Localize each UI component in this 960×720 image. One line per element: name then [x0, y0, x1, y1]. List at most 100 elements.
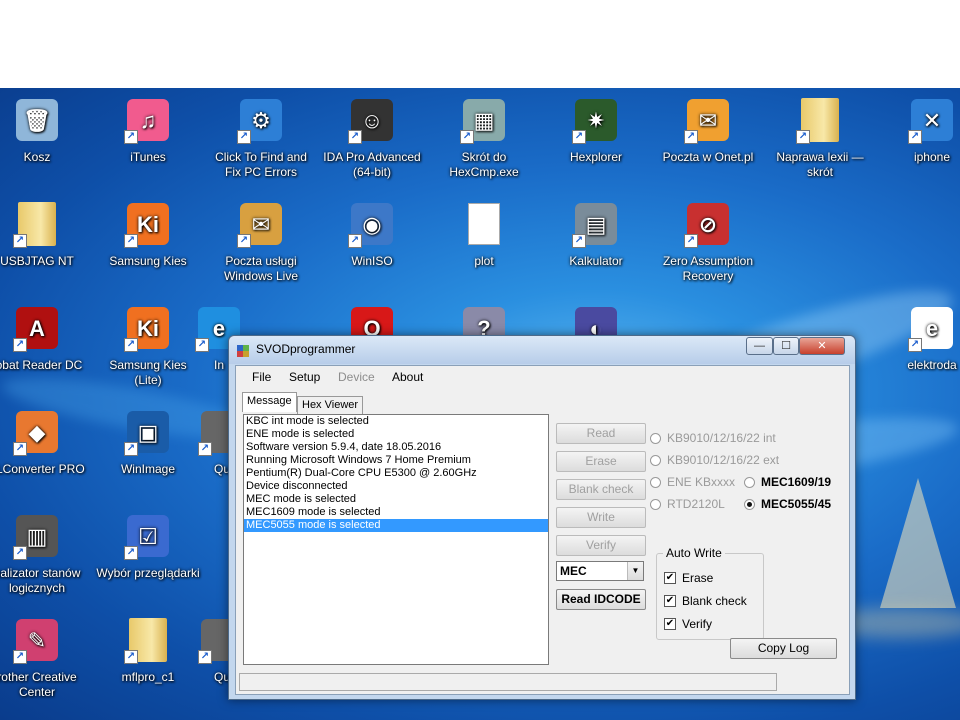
shortcut-arrow-icon: ↗ — [13, 650, 27, 664]
log-line[interactable]: MEC1609 mode is selected — [244, 506, 548, 519]
desktop-shortcut-label: Click To Find and Fix PC Errors — [215, 150, 307, 179]
shortcut-arrow-icon: ↗ — [124, 546, 138, 560]
log-line[interactable]: Software version 5.9.4, date 18.05.2016 — [244, 441, 548, 454]
desktop-shortcut[interactable]: ✎ ↗ rother Creative Center — [0, 616, 91, 700]
desktop-shortcut[interactable]: ✉ ↗ Poczta w Onet.pl — [654, 96, 762, 165]
ie-shortcut-icon: e ↗ — [908, 304, 956, 352]
close-button[interactable]: ✕ — [799, 337, 845, 355]
desktop-shortcut-label: IDA Pro Advanced (64-bit) — [323, 150, 421, 179]
read-button[interactable]: Read — [556, 423, 646, 444]
desktop-shortcut[interactable]: ▦ ↗ Skrót do HexCmp.exe — [430, 96, 538, 180]
chevron-down-icon[interactable]: ▼ — [627, 562, 643, 580]
onet-mail-icon: ✉ ↗ — [684, 96, 732, 144]
shortcut-arrow-icon: ↗ — [13, 442, 27, 456]
checkmark-icon: ✔ — [664, 595, 676, 607]
radio-rtd2120l[interactable]: RTD2120L — [650, 497, 725, 511]
auto-erase-checkbox[interactable]: ✔ Erase — [664, 571, 713, 585]
desktop-shortcut[interactable]: ⊘ ↗ Zero Assumption Recovery — [654, 200, 762, 284]
window-title: SVODprogrammer — [256, 342, 356, 356]
desktop-shortcut[interactable]: ◉ ↗ WinISO — [318, 200, 426, 269]
read-idcode-button[interactable]: Read IDCODE — [556, 589, 646, 610]
shortcut-arrow-icon: ↗ — [124, 338, 138, 352]
tree-wallpaper-decoration — [880, 478, 956, 608]
checkmark-icon: ✔ — [664, 618, 676, 630]
title-bar[interactable]: SVODprogrammer — ☐ ✕ — [229, 336, 855, 364]
desktop-shortcut-label: USBJTAG NT — [0, 254, 74, 268]
maximize-button[interactable]: ☐ — [773, 337, 799, 355]
desktop-shortcut[interactable]: ✉ ↗ Poczta usługi Windows Live — [207, 200, 315, 284]
desktop-shortcut-label: Poczta usługi Windows Live — [223, 254, 299, 283]
desktop-shortcut-label: plot — [474, 254, 494, 268]
desktop-shortcut[interactable]: ♫ ↗ iTunes — [94, 96, 202, 165]
desktop-shortcut[interactable]: Ki ↗ Samsung Kies — [94, 200, 202, 269]
tab-message[interactable]: Message — [242, 392, 297, 412]
log-line[interactable]: Device disconnected — [244, 480, 548, 493]
menu-about[interactable]: About — [392, 370, 423, 384]
desktop-shortcut[interactable]: ◆↗ LLConverter PRO — [0, 408, 91, 477]
copy-log-button[interactable]: Copy Log — [730, 638, 837, 659]
shortcut-arrow-icon: ↗ — [460, 130, 474, 144]
blank-check-button[interactable]: Blank check — [556, 479, 646, 500]
radio-circle-icon — [744, 476, 755, 488]
radio-ene-kbxxxx[interactable]: ENE KBxxxx — [650, 475, 735, 489]
write-button[interactable]: Write — [556, 507, 646, 528]
desktop-shortcut-label: Naprawa lexii — skrót — [776, 150, 864, 179]
desktop-shortcut[interactable]: ✷ ↗ Hexplorer — [542, 96, 650, 165]
radio-mec1609[interactable]: MEC1609/19 — [744, 475, 831, 489]
desktop-shortcut[interactable]: ✕ ↗ iphone — [878, 96, 960, 165]
windows-live-mail-icon: ✉ ↗ — [237, 200, 285, 248]
shortcut-arrow-icon: ↗ — [13, 338, 27, 352]
log-line[interactable]: KBC int mode is selected — [244, 415, 548, 428]
desktop-shortcut-label: Wybór przeglądarki — [96, 566, 200, 580]
menu-setup[interactable]: Setup — [289, 370, 320, 384]
desktop-shortcut[interactable]: plot — [430, 200, 538, 269]
radio-mec5055[interactable]: MEC5055/45 — [744, 497, 831, 511]
folder-icon: ↗ — [13, 200, 61, 248]
radio-circle-icon — [650, 498, 661, 510]
desktop-shortcut[interactable]: ↗ USBJTAG NT — [0, 200, 91, 269]
hexcmp-icon: ▦ ↗ — [460, 96, 508, 144]
erase-button[interactable]: Erase — [556, 451, 646, 472]
log-line[interactable]: Running Microsoft Windows 7 Home Premium — [244, 454, 548, 467]
shortcut-arrow-icon: ↗ — [198, 650, 212, 664]
checkmark-icon: ✔ — [664, 572, 676, 584]
shortcut-arrow-icon: ↗ — [572, 234, 586, 248]
shortcut-arrow-icon: ↗ — [796, 130, 810, 144]
ida-pro-icon: ☺ ↗ — [348, 96, 396, 144]
browser-choice-icon: ☑ ↗ — [124, 512, 172, 560]
desktop-shortcut[interactable]: 🗑 Kosz — [0, 96, 91, 165]
radio-kb9010-ext[interactable]: KB9010/12/16/22 ext — [650, 453, 779, 467]
log-line[interactable]: MEC5055 mode is selected — [244, 519, 548, 532]
verify-button[interactable]: Verify — [556, 535, 646, 556]
hexplorer-icon: ✷ ↗ — [572, 96, 620, 144]
menu-device[interactable]: Device — [338, 370, 375, 384]
menu-bar: File Setup Device About — [236, 366, 849, 388]
desktop-shortcut-label: Poczta w Onet.pl — [662, 150, 754, 164]
desktop-shortcut[interactable]: ☑ ↗ Wybór przeglądarki — [94, 512, 202, 581]
winiso-icon: ◉ ↗ — [348, 200, 396, 248]
shortcut-arrow-icon: ↗ — [348, 130, 362, 144]
desktop-shortcut[interactable]: ☺ ↗ IDA Pro Advanced (64-bit) — [318, 96, 426, 180]
itunes-icon: ♫ ↗ — [124, 96, 172, 144]
tab-hex-viewer[interactable]: Hex Viewer — [297, 396, 364, 414]
desktop-shortcut-label: elektroda — [907, 358, 957, 372]
desktop-shortcut[interactable]: A ↗ robat Reader DC — [0, 304, 91, 373]
radio-kb9010-int[interactable]: KB9010/12/16/22 int — [650, 431, 776, 445]
desktop-shortcut[interactable]: ⚙ ↗ Click To Find and Fix PC Errors — [207, 96, 315, 180]
menu-file[interactable]: File — [252, 370, 271, 384]
desktop-shortcut[interactable]: ↗ Naprawa lexii — skrót — [766, 96, 874, 180]
pc-fix-icon: ⚙ ↗ — [237, 96, 285, 144]
minimize-button[interactable]: — — [746, 337, 773, 355]
message-log[interactable]: KBC int mode is selected ENE mode is sele… — [243, 414, 549, 665]
auto-verify-checkbox[interactable]: ✔ Verify — [664, 617, 712, 631]
desktop-shortcut[interactable]: e ↗ elektroda — [878, 304, 960, 373]
desktop-shortcut-label: Samsung Kies — [109, 254, 187, 268]
log-line[interactable]: Pentium(R) Dual-Core CPU E5300 @ 2.60GHz — [244, 467, 548, 480]
log-line[interactable]: ENE mode is selected — [244, 428, 548, 441]
log-line[interactable]: MEC mode is selected — [244, 493, 548, 506]
shortcut-arrow-icon: ↗ — [684, 130, 698, 144]
auto-blank-check-checkbox[interactable]: ✔ Blank check — [664, 594, 747, 608]
desktop-shortcut[interactable]: ▥ ↗ nalizator stanów logicznych — [0, 512, 91, 596]
chip-family-select[interactable]: MEC ▼ — [556, 561, 644, 581]
desktop-shortcut[interactable]: ▤ ↗ Kalkulator — [542, 200, 650, 269]
